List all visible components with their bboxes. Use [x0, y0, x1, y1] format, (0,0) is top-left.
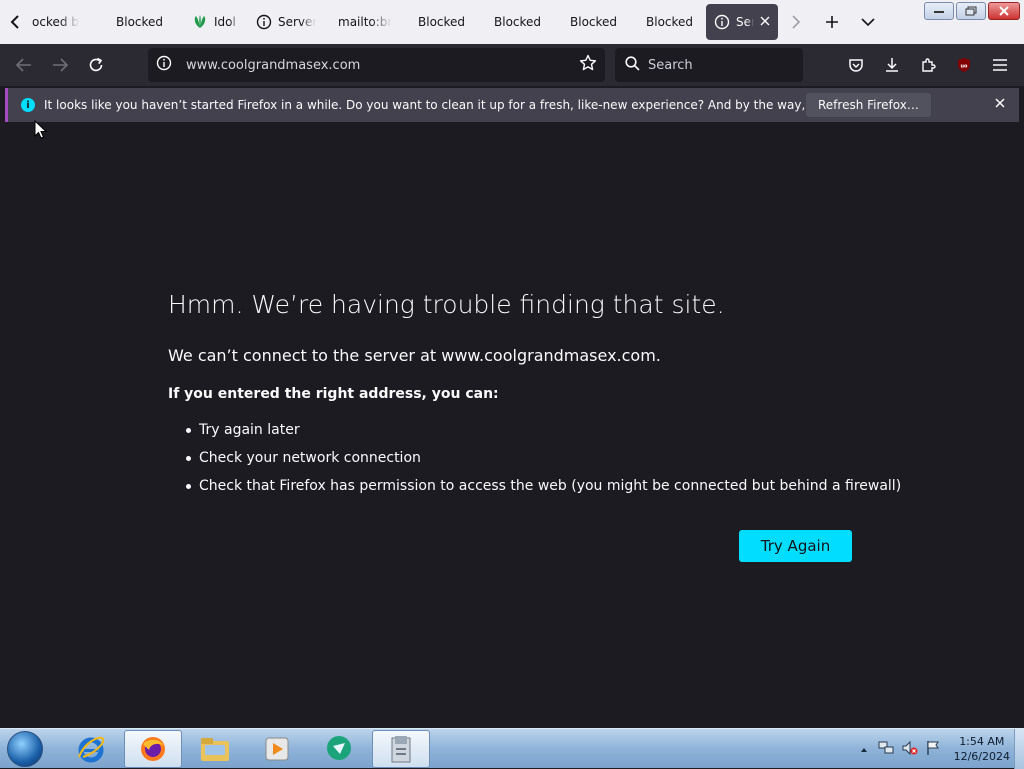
pocket-icon[interactable] [838, 48, 874, 82]
tab-label: Server [278, 15, 316, 29]
window-controls [924, 2, 1020, 20]
minimize-button[interactable] [924, 2, 954, 20]
tab[interactable]: Blocked [476, 4, 552, 40]
page-content: Hmm. We’re having trouble finding that s… [0, 124, 1024, 728]
refresh-firefox-button[interactable]: Refresh Firefox… [806, 93, 931, 117]
forward-button[interactable] [42, 49, 78, 81]
restore-button[interactable] [956, 2, 986, 20]
navigation-toolbar: www.coolgrandmasex.com Search uo [0, 44, 1024, 86]
internet-explorer-icon[interactable] [62, 730, 120, 768]
search-icon [625, 55, 640, 75]
downloads-icon[interactable] [874, 48, 910, 82]
bookmark-star-icon[interactable] [579, 54, 597, 76]
tab[interactable]: mailto:bri [324, 4, 400, 40]
back-button[interactable] [6, 49, 42, 81]
close-notification-icon[interactable] [995, 96, 1005, 112]
tab-label: Blocked [116, 15, 164, 29]
search-placeholder: Search [648, 57, 693, 73]
close-window-button[interactable] [988, 2, 1020, 20]
error-hint: If you entered the right address, you ca… [168, 386, 499, 402]
network-icon[interactable] [878, 740, 894, 759]
svg-text:uo: uo [961, 64, 969, 70]
tab-label: Blocked [646, 15, 694, 29]
control-panel-icon[interactable] [372, 729, 430, 768]
windows-taskbar: 1:54 AM 12/6/2024 [0, 728, 1024, 769]
tab[interactable]: Idol V [172, 4, 248, 40]
chat-app-icon[interactable] [310, 730, 368, 768]
system-tray: 1:54 AM 12/6/2024 [860, 729, 1010, 769]
tab-label: Blocked [494, 15, 542, 29]
address-bar[interactable]: www.coolgrandmasex.com [148, 48, 605, 82]
firefox-taskbar-icon[interactable] [124, 729, 182, 768]
clock[interactable]: 1:54 AM 12/6/2024 [954, 734, 1010, 764]
tab-active[interactable]: Ser [706, 4, 778, 40]
clock-date: 12/6/2024 [953, 750, 1010, 763]
scroll-tabs-right-button[interactable] [778, 4, 814, 40]
error-subtitle: We can’t connect to the server at www.co… [168, 346, 661, 365]
tab[interactable]: Blocked [400, 4, 476, 40]
site-info-icon[interactable] [156, 55, 172, 75]
show-desktop-button[interactable] [1014, 729, 1024, 769]
tab-label: Blocked [418, 15, 466, 29]
close-tab-icon[interactable] [760, 15, 770, 29]
toolbar-actions: uo [838, 48, 1018, 82]
extensions-icon[interactable] [910, 48, 946, 82]
menu-icon[interactable] [982, 48, 1018, 82]
info-icon [714, 14, 730, 30]
show-hidden-icons-icon[interactable] [860, 743, 868, 756]
tab-label: Ser [736, 15, 754, 29]
volume-muted-icon[interactable] [902, 740, 918, 759]
reload-button[interactable] [78, 49, 114, 81]
tab-label: Blocked [570, 15, 618, 29]
ublock-origin-icon[interactable]: uo [946, 48, 982, 82]
scroll-tabs-left-button[interactable] [0, 0, 30, 44]
tab[interactable]: ocked b [30, 4, 96, 40]
suggestion-list: Try again later Check your network conne… [185, 420, 901, 504]
address-text[interactable]: www.coolgrandmasex.com [186, 58, 579, 73]
list-item: Check your network connection [185, 448, 901, 476]
refresh-notification-bar: i It looks like you haven’t started Fire… [5, 88, 1019, 122]
action-center-flag-icon[interactable] [926, 740, 940, 759]
new-tab-button[interactable] [814, 4, 850, 40]
mouse-cursor-icon [34, 119, 48, 144]
tab[interactable]: Blocked [96, 4, 172, 40]
list-all-tabs-button[interactable] [850, 4, 886, 40]
file-explorer-icon[interactable] [186, 730, 244, 768]
search-bar[interactable]: Search [615, 48, 803, 82]
notification-message: It looks like you haven’t started Firefo… [44, 98, 900, 112]
info-icon: i [21, 98, 35, 112]
media-player-icon[interactable] [248, 730, 306, 768]
info-icon [256, 14, 272, 30]
tab-label: ocked b [32, 15, 79, 29]
tab[interactable]: Blocked [628, 4, 704, 40]
list-item: Check that Firefox has permission to acc… [185, 476, 901, 504]
error-title: Hmm. We’re having trouble finding that s… [168, 290, 725, 319]
list-item: Try again later [185, 420, 901, 448]
start-button[interactable] [0, 729, 50, 769]
clock-time: 1:54 AM [959, 735, 1005, 748]
tab-label: Idol V [214, 15, 240, 29]
tab-label: mailto:bri [338, 15, 392, 29]
leaf-icon [192, 14, 208, 30]
tab-bar: ocked b Blocked Idol V Server mailto:bri… [0, 0, 1024, 44]
tab[interactable]: Server [248, 4, 324, 40]
try-again-button[interactable]: Try Again [739, 530, 852, 562]
tab[interactable]: Blocked [552, 4, 628, 40]
